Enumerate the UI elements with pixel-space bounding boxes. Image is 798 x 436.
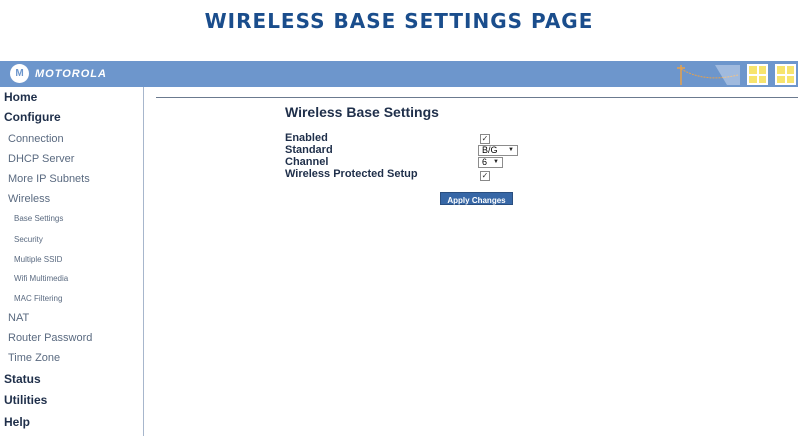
sidebar-item-security[interactable]: Security [14,235,43,244]
sidebar-item-home[interactable]: Home [4,90,37,104]
sidebar-item-more-ip-subnets[interactable]: More IP Subnets [8,173,90,185]
sidebar-item-configure[interactable]: Configure [4,110,61,124]
channel-select[interactable]: 6 ▼ [478,157,503,168]
sidebar-item-mac-filtering[interactable]: MAC Filtering [14,294,62,303]
window-icon [775,64,796,85]
page-heading: WIRELESS BASE SETTINGS PAGE [204,9,594,33]
sidebar-item-router-password[interactable]: Router Password [8,332,92,344]
caret-down-icon: ▼ [493,159,499,165]
sidebar-item-wireless[interactable]: Wireless [8,193,50,205]
sidebar-item-multiple-ssid[interactable]: Multiple SSID [14,255,62,264]
window-icon [747,64,768,85]
sidebar-item-connection[interactable]: Connection [8,133,64,145]
content-divider [156,97,798,98]
sidebar-item-nat[interactable]: NAT [8,312,29,324]
sidebar: Home Configure Connection DHCP Server Mo… [0,87,144,436]
sidebar-item-status[interactable]: Status [4,372,41,386]
channel-label: Channel [285,156,329,168]
power-line-icon [677,65,740,85]
sidebar-item-base-settings[interactable]: Base Settings [14,214,63,223]
sidebar-item-help[interactable]: Help [4,415,30,429]
caret-down-icon: ▼ [508,147,514,153]
sidebar-item-utilities[interactable]: Utilities [4,393,47,407]
enabled-label: Enabled [285,132,328,144]
channel-value: 6 [482,157,488,167]
standard-select[interactable]: B/G ▼ [478,145,518,156]
motorola-logo: M MOTOROLA [10,64,107,83]
apply-changes-button[interactable]: Apply Changes [440,192,513,205]
logo-mark: M [15,67,24,79]
check-icon: ✓ [481,171,489,180]
check-icon: ✓ [481,134,489,143]
standard-label: Standard [285,144,333,156]
standard-value: B/G [482,145,498,155]
logo-badge: M [10,64,29,83]
enabled-checkbox[interactable]: ✓ [480,134,490,144]
form-title: Wireless Base Settings [285,104,439,120]
sidebar-item-dhcp-server[interactable]: DHCP Server [8,153,74,165]
top-banner: M MOTOROLA [0,61,798,87]
wps-checkbox[interactable]: ✓ [480,171,490,181]
wps-label: Wireless Protected Setup [285,168,418,180]
sidebar-item-time-zone[interactable]: Time Zone [8,352,60,364]
logo-text: MOTOROLA [35,67,107,80]
sidebar-item-wifi-multimedia[interactable]: Wifi Multimedia [14,274,68,283]
